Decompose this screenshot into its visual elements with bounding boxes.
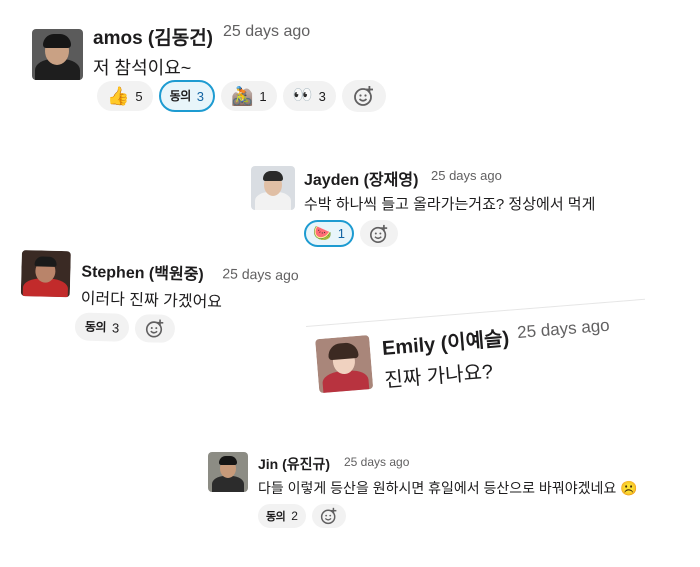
avatar[interactable] [251, 166, 295, 210]
message-text: 다들 이렇게 등산을 원하시면 휴일에서 등산으로 바꿔야겠네요 ☹️ [258, 480, 638, 496]
add-emoji-icon [320, 507, 337, 525]
timestamp[interactable]: 25 days ago [222, 265, 299, 283]
reaction-bar: 🍉 1 [304, 220, 398, 247]
reaction-count: 3 [196, 88, 204, 104]
reaction-count: 5 [135, 88, 143, 104]
watermelon-icon: 🍉 [313, 225, 332, 242]
reaction-biker[interactable]: 🚵 1 [220, 81, 277, 111]
author-name[interactable]: amos (김동건) [93, 23, 213, 50]
timestamp[interactable]: 25 days ago [431, 168, 502, 183]
reaction-bar: 동의 3 [74, 312, 176, 344]
message-amos: amos (김동건) 25 days ago 저 참석이요~ 👍 5 동의 3 … [32, 20, 432, 120]
reaction-bar: 👍 5 동의 3 🚵 1 👀 3 [97, 80, 386, 112]
add-emoji-icon [146, 319, 164, 338]
message-jin: Jin (유진규) 25 days ago 다들 이렇게 등산을 원하시면 휴일… [208, 452, 698, 532]
avatar[interactable] [208, 452, 248, 492]
thumbs-up-icon: 👍 [107, 86, 130, 106]
reaction-count: 3 [318, 88, 326, 104]
eyes-icon: 👀 [292, 87, 313, 104]
author-name[interactable]: Jayden (장재영) [304, 166, 418, 190]
avatar[interactable] [32, 29, 83, 80]
reaction-dongui[interactable]: 동의 2 [258, 504, 306, 528]
mountain-biker-icon: 🚵 [230, 86, 254, 106]
reaction-watermelon[interactable]: 🍉 1 [304, 220, 354, 247]
add-emoji-icon [353, 86, 373, 106]
message-text: 진짜 가나요? [383, 361, 494, 392]
reaction-count: 1 [337, 226, 345, 241]
reaction-count: 2 [291, 509, 298, 523]
reaction-count: 1 [259, 88, 267, 104]
avatar[interactable] [315, 334, 374, 394]
reaction-count: 3 [111, 319, 120, 336]
dongui-icon: 동의 [84, 319, 107, 335]
message-text: 저 참석이요~ [93, 58, 192, 78]
timestamp[interactable]: 25 days ago [223, 23, 310, 41]
reaction-bar: 동의 2 [258, 504, 346, 528]
timestamp[interactable]: 25 days ago [344, 455, 409, 469]
reaction-dongui[interactable]: 동의 3 [158, 80, 215, 112]
add-reaction-button[interactable] [134, 313, 176, 344]
author-name[interactable]: Stephen (백원중) [81, 258, 204, 285]
message-text: 수박 하나씩 들고 올라가는거죠? 정상에서 먹게 [304, 196, 596, 213]
avatar[interactable] [20, 249, 71, 298]
dongui-icon: 동의 [169, 89, 192, 103]
reaction-thumbsup[interactable]: 👍 5 [97, 81, 153, 111]
message-emily: Emily (이예슬) 25 days ago 진짜 가나요? [306, 298, 651, 406]
reaction-eyes[interactable]: 👀 3 [282, 81, 336, 111]
add-emoji-icon [369, 224, 388, 243]
add-reaction-button[interactable] [359, 220, 398, 247]
message-text: 이러다 진짜 가겠어요 [80, 290, 223, 312]
author-name[interactable]: Jin (유진규) [258, 454, 330, 474]
reaction-dongui[interactable]: 동의 3 [74, 312, 130, 342]
dongui-icon: 동의 [266, 509, 286, 523]
add-reaction-button[interactable] [311, 504, 346, 528]
add-reaction-button[interactable] [341, 80, 386, 112]
timestamp[interactable]: 25 days ago [516, 316, 610, 343]
message-stephen: Stephen (백원중) 25 days ago 이러다 진짜 가겠어요 동의… [19, 248, 322, 356]
message-jayden: Jayden (장재영) 25 days ago 수박 하나씩 들고 올라가는거… [251, 162, 671, 252]
